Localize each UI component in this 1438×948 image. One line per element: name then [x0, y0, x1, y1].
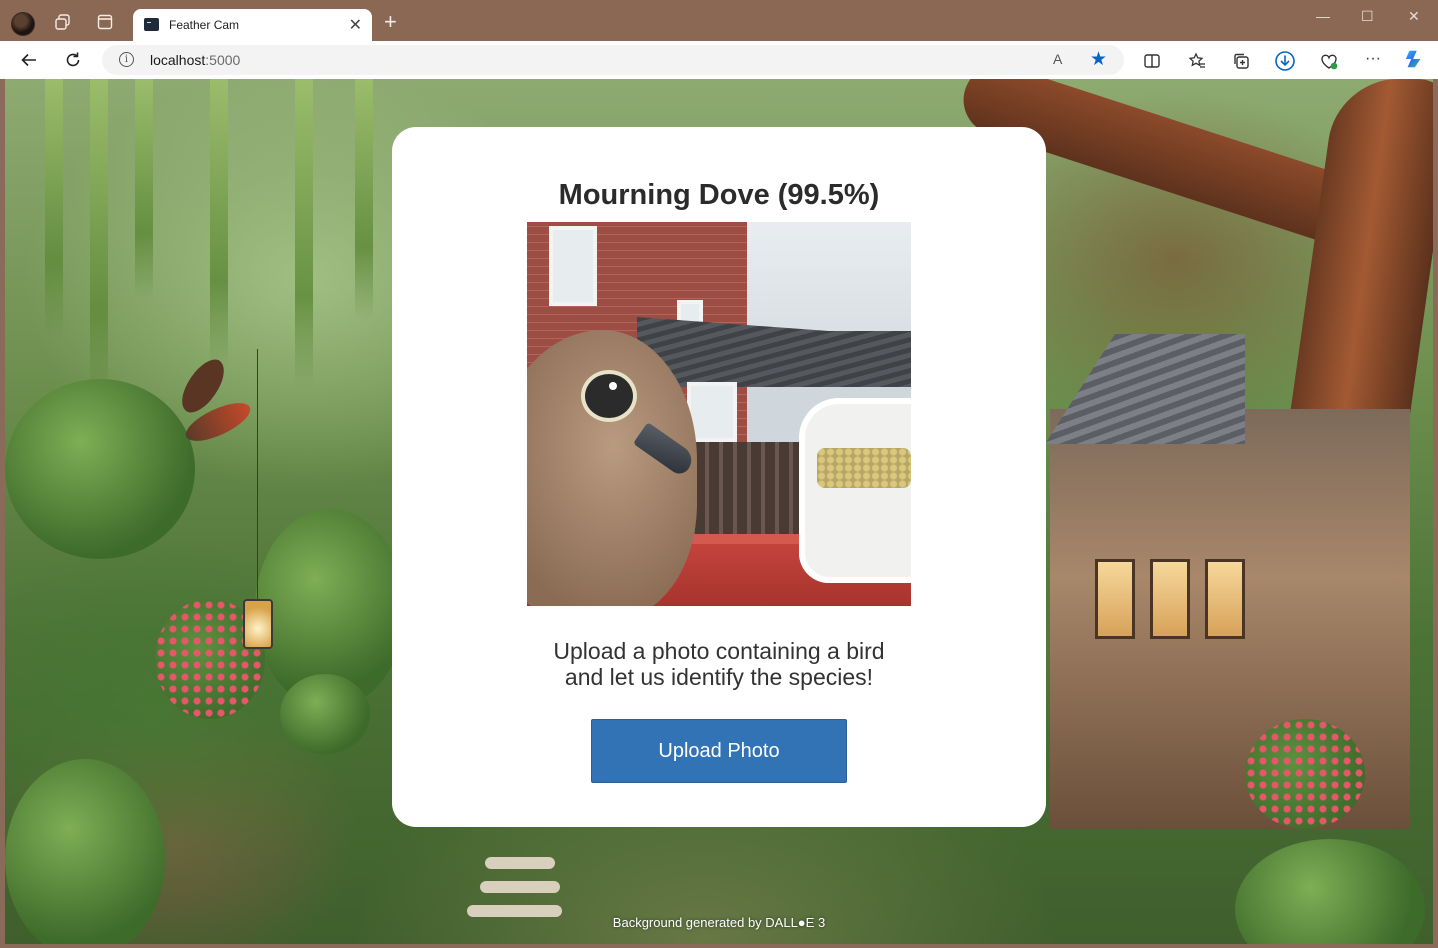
background-credit: Background generated by DALL●E 3: [612, 915, 826, 930]
tab-actions-icon[interactable]: [94, 11, 116, 33]
maximize-icon[interactable]: ☐: [1361, 8, 1374, 25]
new-tab-button[interactable]: +: [384, 11, 397, 33]
close-tab-icon[interactable]: ✕: [349, 15, 362, 35]
lit-window: [1150, 559, 1190, 639]
split-screen-icon[interactable]: [1141, 50, 1163, 72]
browser-essentials-icon[interactable]: [1318, 50, 1340, 72]
shrub: [5, 379, 195, 559]
copilot-icon[interactable]: [1403, 48, 1425, 70]
hanging-vine: [135, 79, 153, 299]
upload-instructions: Upload a photo containing a bird and let…: [392, 638, 1046, 690]
hanging-vine: [90, 79, 108, 409]
stepping-stone: [485, 857, 555, 869]
back-arrow-icon[interactable]: [18, 49, 40, 71]
photo-white-feeder: [799, 398, 911, 583]
house-roof: [1045, 334, 1245, 444]
topiary: [280, 674, 370, 754]
hanging-vine: [295, 79, 313, 389]
photo-seeds: [817, 448, 911, 488]
minimize-icon[interactable]: —: [1316, 8, 1330, 24]
hanging-lantern: [243, 599, 273, 649]
upload-photo-button[interactable]: Upload Photo: [591, 719, 847, 783]
read-aloud-icon[interactable]: A: [1053, 51, 1062, 67]
profile-avatar[interactable]: [11, 12, 35, 36]
tab-title: Feather Cam: [169, 18, 240, 32]
title-bar: Feather Cam ✕ + — ☐ ✕: [0, 0, 1438, 41]
terminal-favicon-icon: [144, 18, 159, 31]
lit-window: [1095, 559, 1135, 639]
photo-window: [549, 226, 597, 306]
favorites-icon[interactable]: [1186, 50, 1208, 72]
site-info-icon[interactable]: i: [119, 52, 134, 67]
more-icon[interactable]: ···: [1362, 48, 1384, 70]
upload-instructions-line2: and let us identify the species!: [564, 664, 874, 690]
browser-tab[interactable]: Feather Cam ✕: [133, 9, 372, 41]
hanging-vine: [210, 79, 228, 369]
refresh-icon[interactable]: [62, 49, 84, 71]
download-icon[interactable]: [1274, 50, 1296, 72]
url-port: :5000: [205, 52, 241, 68]
upload-card: Mourning Dove (99.5%) Upload a photo con…: [392, 127, 1046, 827]
lantern-chain: [257, 349, 258, 599]
uploaded-bird-photo: [527, 222, 911, 606]
close-window-icon[interactable]: ✕: [1408, 8, 1420, 25]
star-icon[interactable]: ★: [1090, 48, 1107, 71]
page-viewport: Mourning Dove (99.5%) Upload a photo con…: [5, 79, 1433, 944]
url-text[interactable]: localhost:5000: [150, 52, 240, 68]
navigation-bar: i localhost:5000 A ★ ···: [0, 41, 1438, 79]
hanging-vine: [355, 79, 373, 319]
address-bar[interactable]: i localhost:5000 A ★: [102, 45, 1124, 75]
url-host: localhost: [150, 52, 206, 68]
workspaces-icon[interactable]: [52, 11, 74, 33]
flower-bush: [1245, 719, 1365, 829]
hanging-vine: [45, 79, 63, 339]
upload-instructions-line1: Upload a photo containing a bird: [553, 638, 885, 664]
collections-icon[interactable]: [1230, 50, 1252, 72]
prediction-result-title: Mourning Dove (99.5%): [558, 179, 880, 211]
lit-window: [1205, 559, 1245, 639]
photo-dove-eye: [585, 374, 633, 418]
stepping-stone: [480, 881, 560, 893]
